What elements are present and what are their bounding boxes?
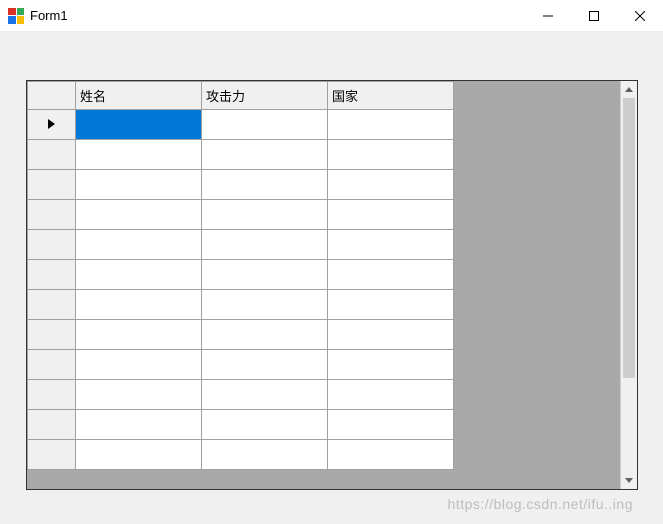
scroll-track[interactable] [621,98,637,472]
scroll-up-button[interactable] [621,81,637,98]
window-controls [525,0,663,32]
grid-cell[interactable] [328,260,454,290]
grid-cell[interactable] [76,380,202,410]
row-header[interactable] [28,440,76,470]
grid-cell[interactable] [76,110,202,140]
grid-cell[interactable] [202,440,328,470]
grid-cell[interactable] [202,410,328,440]
table-row[interactable] [28,350,454,380]
grid-cell[interactable] [328,170,454,200]
grid-cell[interactable] [76,230,202,260]
row-header[interactable] [28,410,76,440]
grid-cell[interactable] [76,140,202,170]
grid-cell[interactable] [202,200,328,230]
grid-cell[interactable] [202,260,328,290]
column-header[interactable]: 国家 [328,82,454,110]
table-row[interactable] [28,290,454,320]
row-header[interactable] [28,110,76,140]
table-row[interactable] [28,170,454,200]
titlebar: Form1 [0,0,663,32]
current-row-indicator-icon [48,119,55,129]
grid-cell[interactable] [328,110,454,140]
grid-cell[interactable] [76,350,202,380]
grid-cell[interactable] [328,440,454,470]
column-header[interactable]: 攻击力 [202,82,328,110]
grid-cell[interactable] [328,380,454,410]
minimize-button[interactable] [525,0,571,32]
row-header[interactable] [28,380,76,410]
grid-cell[interactable] [76,200,202,230]
scroll-thumb[interactable] [623,98,635,378]
client-area: 姓名 攻击力 国家 https://blog.csdn.net/ifu..ing [0,32,663,524]
grid-cell[interactable] [328,200,454,230]
grid-cell[interactable] [76,440,202,470]
grid-cell[interactable] [202,110,328,140]
row-header[interactable] [28,230,76,260]
table-row[interactable] [28,440,454,470]
vertical-scrollbar[interactable] [620,81,637,489]
grid-cell[interactable] [328,290,454,320]
row-header[interactable] [28,290,76,320]
grid-cell[interactable] [328,410,454,440]
table-row[interactable] [28,410,454,440]
grid-body[interactable]: 姓名 攻击力 国家 [27,81,620,489]
grid-cell[interactable] [202,350,328,380]
data-grid[interactable]: 姓名 攻击力 国家 [26,80,638,490]
row-header[interactable] [28,320,76,350]
grid-cell[interactable] [328,140,454,170]
window-title: Form1 [30,8,525,23]
table-row[interactable] [28,140,454,170]
row-header[interactable] [28,350,76,380]
row-header[interactable] [28,200,76,230]
grid-cell[interactable] [202,290,328,320]
row-header[interactable] [28,140,76,170]
row-header[interactable] [28,260,76,290]
grid-cell[interactable] [76,260,202,290]
grid-cell[interactable] [76,170,202,200]
watermark-text: https://blog.csdn.net/ifu..ing [448,496,633,512]
grid-cell[interactable] [202,320,328,350]
grid-cell[interactable] [328,230,454,260]
table-row[interactable] [28,110,454,140]
grid-table[interactable]: 姓名 攻击力 国家 [27,81,454,470]
grid-cell[interactable] [202,380,328,410]
grid-cell[interactable] [328,350,454,380]
grid-cell[interactable] [76,410,202,440]
grid-cell[interactable] [328,320,454,350]
scroll-down-button[interactable] [621,472,637,489]
corner-header[interactable] [28,82,76,110]
grid-cell[interactable] [202,140,328,170]
table-row[interactable] [28,260,454,290]
grid-cell[interactable] [202,170,328,200]
grid-cell[interactable] [76,320,202,350]
table-row[interactable] [28,380,454,410]
app-icon [8,8,24,24]
grid-cell[interactable] [76,290,202,320]
maximize-button[interactable] [571,0,617,32]
column-header-row: 姓名 攻击力 国家 [28,82,454,110]
table-row[interactable] [28,200,454,230]
close-button[interactable] [617,0,663,32]
grid-cell[interactable] [202,230,328,260]
column-header[interactable]: 姓名 [76,82,202,110]
row-header[interactable] [28,170,76,200]
table-row[interactable] [28,320,454,350]
table-row[interactable] [28,230,454,260]
